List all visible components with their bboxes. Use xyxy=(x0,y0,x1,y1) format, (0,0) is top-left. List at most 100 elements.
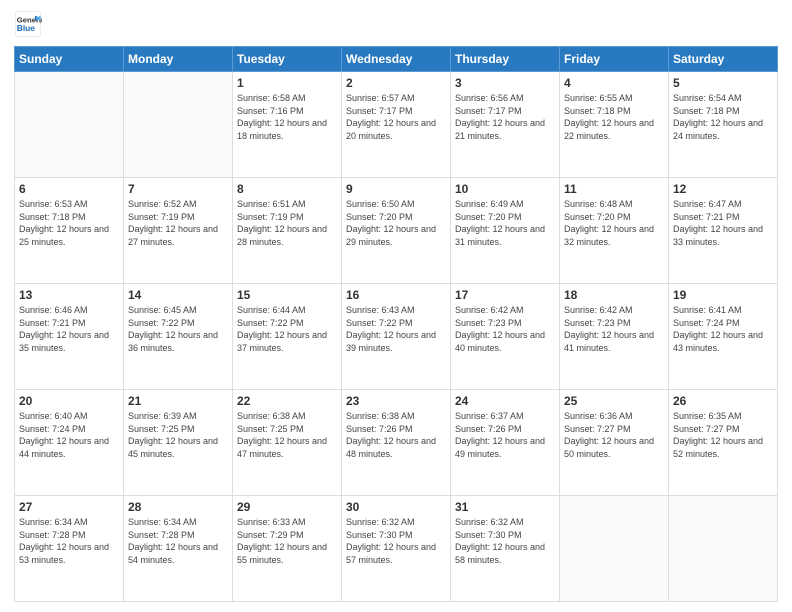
calendar-cell: 10Sunrise: 6:49 AM Sunset: 7:20 PM Dayli… xyxy=(451,178,560,284)
calendar-cell: 26 Sunrise: 6:35 AM Sunset: 7:27 PM Dayli… xyxy=(669,390,778,496)
day-number: 31 xyxy=(455,500,555,514)
day-number: 7 xyxy=(128,182,228,196)
day-header-friday: Friday xyxy=(560,47,669,72)
calendar-cell: 13 Sunrise: 6:46 AM Sunset: 7:21 PM Dayli… xyxy=(15,284,124,390)
calendar-cell: 22 Sunrise: 6:38 AM Sunset: 7:25 PM Dayli… xyxy=(233,390,342,496)
calendar-cell: 28 Sunrise: 6:34 AM Sunset: 7:28 PM Dayli… xyxy=(124,496,233,602)
calendar-cell: 29Sunrise: 6:33 AM Sunset: 7:29 PM Dayli… xyxy=(233,496,342,602)
calendar-week-5: 27 Sunrise: 6:34 AM Sunset: 7:28 PM Dayli… xyxy=(15,496,778,602)
calendar-week-4: 20Sunrise: 6:40 AM Sunset: 7:24 PM Dayli… xyxy=(15,390,778,496)
day-number: 4 xyxy=(564,76,664,90)
calendar-cell: 9 Sunrise: 6:50 AM Sunset: 7:20 PM Daylig… xyxy=(342,178,451,284)
day-number: 8 xyxy=(237,182,337,196)
day-number: 24 xyxy=(455,394,555,408)
calendar-cell xyxy=(560,496,669,602)
day-info: Sunrise: 6:34 AM Sunset: 7:28 PM Dayligh… xyxy=(19,516,119,566)
day-info: Sunrise: 6:55 AM Sunset: 7:18 PM Dayligh… xyxy=(564,92,664,142)
day-info: Sunrise: 6:48 AM Sunset: 7:20 PM Dayligh… xyxy=(564,198,664,248)
calendar-cell: 18 Sunrise: 6:42 AM Sunset: 7:23 PM Dayli… xyxy=(560,284,669,390)
day-info: Sunrise: 6:38 AM Sunset: 7:25 PM Dayligh… xyxy=(237,410,337,460)
calendar-cell: 24 Sunrise: 6:37 AM Sunset: 7:26 PM Dayli… xyxy=(451,390,560,496)
day-number: 17 xyxy=(455,288,555,302)
day-number: 1 xyxy=(237,76,337,90)
day-info: Sunrise: 6:56 AM Sunset: 7:17 PM Dayligh… xyxy=(455,92,555,142)
day-header-sunday: Sunday xyxy=(15,47,124,72)
calendar-cell xyxy=(669,496,778,602)
day-info: Sunrise: 6:39 AM Sunset: 7:25 PM Dayligh… xyxy=(128,410,228,460)
calendar-cell: 2 Sunrise: 6:57 AM Sunset: 7:17 PM Daylig… xyxy=(342,72,451,178)
calendar-cell: 15 Sunrise: 6:44 AM Sunset: 7:22 PM Dayli… xyxy=(233,284,342,390)
calendar-cell: 6 Sunrise: 6:53 AM Sunset: 7:18 PM Daylig… xyxy=(15,178,124,284)
day-info: Sunrise: 6:53 AM Sunset: 7:18 PM Dayligh… xyxy=(19,198,119,248)
day-header-monday: Monday xyxy=(124,47,233,72)
calendar-table: SundayMondayTuesdayWednesdayThursdayFrid… xyxy=(14,46,778,602)
day-header-tuesday: Tuesday xyxy=(233,47,342,72)
calendar-header-row: SundayMondayTuesdayWednesdayThursdayFrid… xyxy=(15,47,778,72)
day-number: 9 xyxy=(346,182,446,196)
calendar-week-3: 13 Sunrise: 6:46 AM Sunset: 7:21 PM Dayli… xyxy=(15,284,778,390)
day-number: 27 xyxy=(19,500,119,514)
calendar-cell: 23 Sunrise: 6:38 AM Sunset: 7:26 PM Dayli… xyxy=(342,390,451,496)
day-number: 25 xyxy=(564,394,664,408)
day-info: Sunrise: 6:46 AM Sunset: 7:21 PM Dayligh… xyxy=(19,304,119,354)
day-info: Sunrise: 6:36 AM Sunset: 7:27 PM Dayligh… xyxy=(564,410,664,460)
svg-text:Blue: Blue xyxy=(17,23,35,33)
calendar-cell xyxy=(124,72,233,178)
logo: General Blue xyxy=(14,10,46,38)
day-info: Sunrise: 6:34 AM Sunset: 7:28 PM Dayligh… xyxy=(128,516,228,566)
calendar-cell: 21 Sunrise: 6:39 AM Sunset: 7:25 PM Dayli… xyxy=(124,390,233,496)
calendar-cell: 17Sunrise: 6:42 AM Sunset: 7:23 PM Dayli… xyxy=(451,284,560,390)
day-number: 23 xyxy=(346,394,446,408)
day-info: Sunrise: 6:35 AM Sunset: 7:27 PM Dayligh… xyxy=(673,410,773,460)
calendar-cell: 27 Sunrise: 6:34 AM Sunset: 7:28 PM Dayli… xyxy=(15,496,124,602)
day-info: Sunrise: 6:45 AM Sunset: 7:22 PM Dayligh… xyxy=(128,304,228,354)
day-number: 12 xyxy=(673,182,773,196)
calendar-week-1: 1 Sunrise: 6:58 AM Sunset: 7:16 PM Daylig… xyxy=(15,72,778,178)
day-header-wednesday: Wednesday xyxy=(342,47,451,72)
day-info: Sunrise: 6:52 AM Sunset: 7:19 PM Dayligh… xyxy=(128,198,228,248)
day-info: Sunrise: 6:58 AM Sunset: 7:16 PM Dayligh… xyxy=(237,92,337,142)
calendar-cell: 11 Sunrise: 6:48 AM Sunset: 7:20 PM Dayli… xyxy=(560,178,669,284)
calendar-cell: 12 Sunrise: 6:47 AM Sunset: 7:21 PM Dayli… xyxy=(669,178,778,284)
day-number: 30 xyxy=(346,500,446,514)
day-number: 11 xyxy=(564,182,664,196)
day-number: 2 xyxy=(346,76,446,90)
calendar-cell: 16Sunrise: 6:43 AM Sunset: 7:22 PM Dayli… xyxy=(342,284,451,390)
calendar-cell: 7 Sunrise: 6:52 AM Sunset: 7:19 PM Daylig… xyxy=(124,178,233,284)
calendar-cell xyxy=(15,72,124,178)
calendar-cell: 14 Sunrise: 6:45 AM Sunset: 7:22 PM Dayli… xyxy=(124,284,233,390)
calendar-cell: 31 Sunrise: 6:32 AM Sunset: 7:30 PM Dayli… xyxy=(451,496,560,602)
calendar-cell: 19 Sunrise: 6:41 AM Sunset: 7:24 PM Dayli… xyxy=(669,284,778,390)
day-number: 10 xyxy=(455,182,555,196)
day-info: Sunrise: 6:37 AM Sunset: 7:26 PM Dayligh… xyxy=(455,410,555,460)
calendar-cell: 20Sunrise: 6:40 AM Sunset: 7:24 PM Dayli… xyxy=(15,390,124,496)
day-number: 18 xyxy=(564,288,664,302)
day-info: Sunrise: 6:57 AM Sunset: 7:17 PM Dayligh… xyxy=(346,92,446,142)
day-info: Sunrise: 6:44 AM Sunset: 7:22 PM Dayligh… xyxy=(237,304,337,354)
day-number: 19 xyxy=(673,288,773,302)
day-number: 26 xyxy=(673,394,773,408)
day-number: 5 xyxy=(673,76,773,90)
day-number: 6 xyxy=(19,182,119,196)
day-info: Sunrise: 6:32 AM Sunset: 7:30 PM Dayligh… xyxy=(455,516,555,566)
day-info: Sunrise: 6:42 AM Sunset: 7:23 PM Dayligh… xyxy=(564,304,664,354)
header: General Blue xyxy=(14,10,778,38)
day-info: Sunrise: 6:41 AM Sunset: 7:24 PM Dayligh… xyxy=(673,304,773,354)
calendar-cell: 3 Sunrise: 6:56 AM Sunset: 7:17 PM Daylig… xyxy=(451,72,560,178)
day-number: 15 xyxy=(237,288,337,302)
logo-icon: General Blue xyxy=(14,10,42,38)
day-number: 21 xyxy=(128,394,228,408)
day-number: 3 xyxy=(455,76,555,90)
day-number: 16 xyxy=(346,288,446,302)
day-info: Sunrise: 6:50 AM Sunset: 7:20 PM Dayligh… xyxy=(346,198,446,248)
day-header-thursday: Thursday xyxy=(451,47,560,72)
day-number: 14 xyxy=(128,288,228,302)
calendar-cell: 25 Sunrise: 6:36 AM Sunset: 7:27 PM Dayli… xyxy=(560,390,669,496)
calendar-cell: 4 Sunrise: 6:55 AM Sunset: 7:18 PM Daylig… xyxy=(560,72,669,178)
day-number: 28 xyxy=(128,500,228,514)
day-info: Sunrise: 6:38 AM Sunset: 7:26 PM Dayligh… xyxy=(346,410,446,460)
day-number: 22 xyxy=(237,394,337,408)
calendar-week-2: 6 Sunrise: 6:53 AM Sunset: 7:18 PM Daylig… xyxy=(15,178,778,284)
day-info: Sunrise: 6:47 AM Sunset: 7:21 PM Dayligh… xyxy=(673,198,773,248)
day-number: 13 xyxy=(19,288,119,302)
